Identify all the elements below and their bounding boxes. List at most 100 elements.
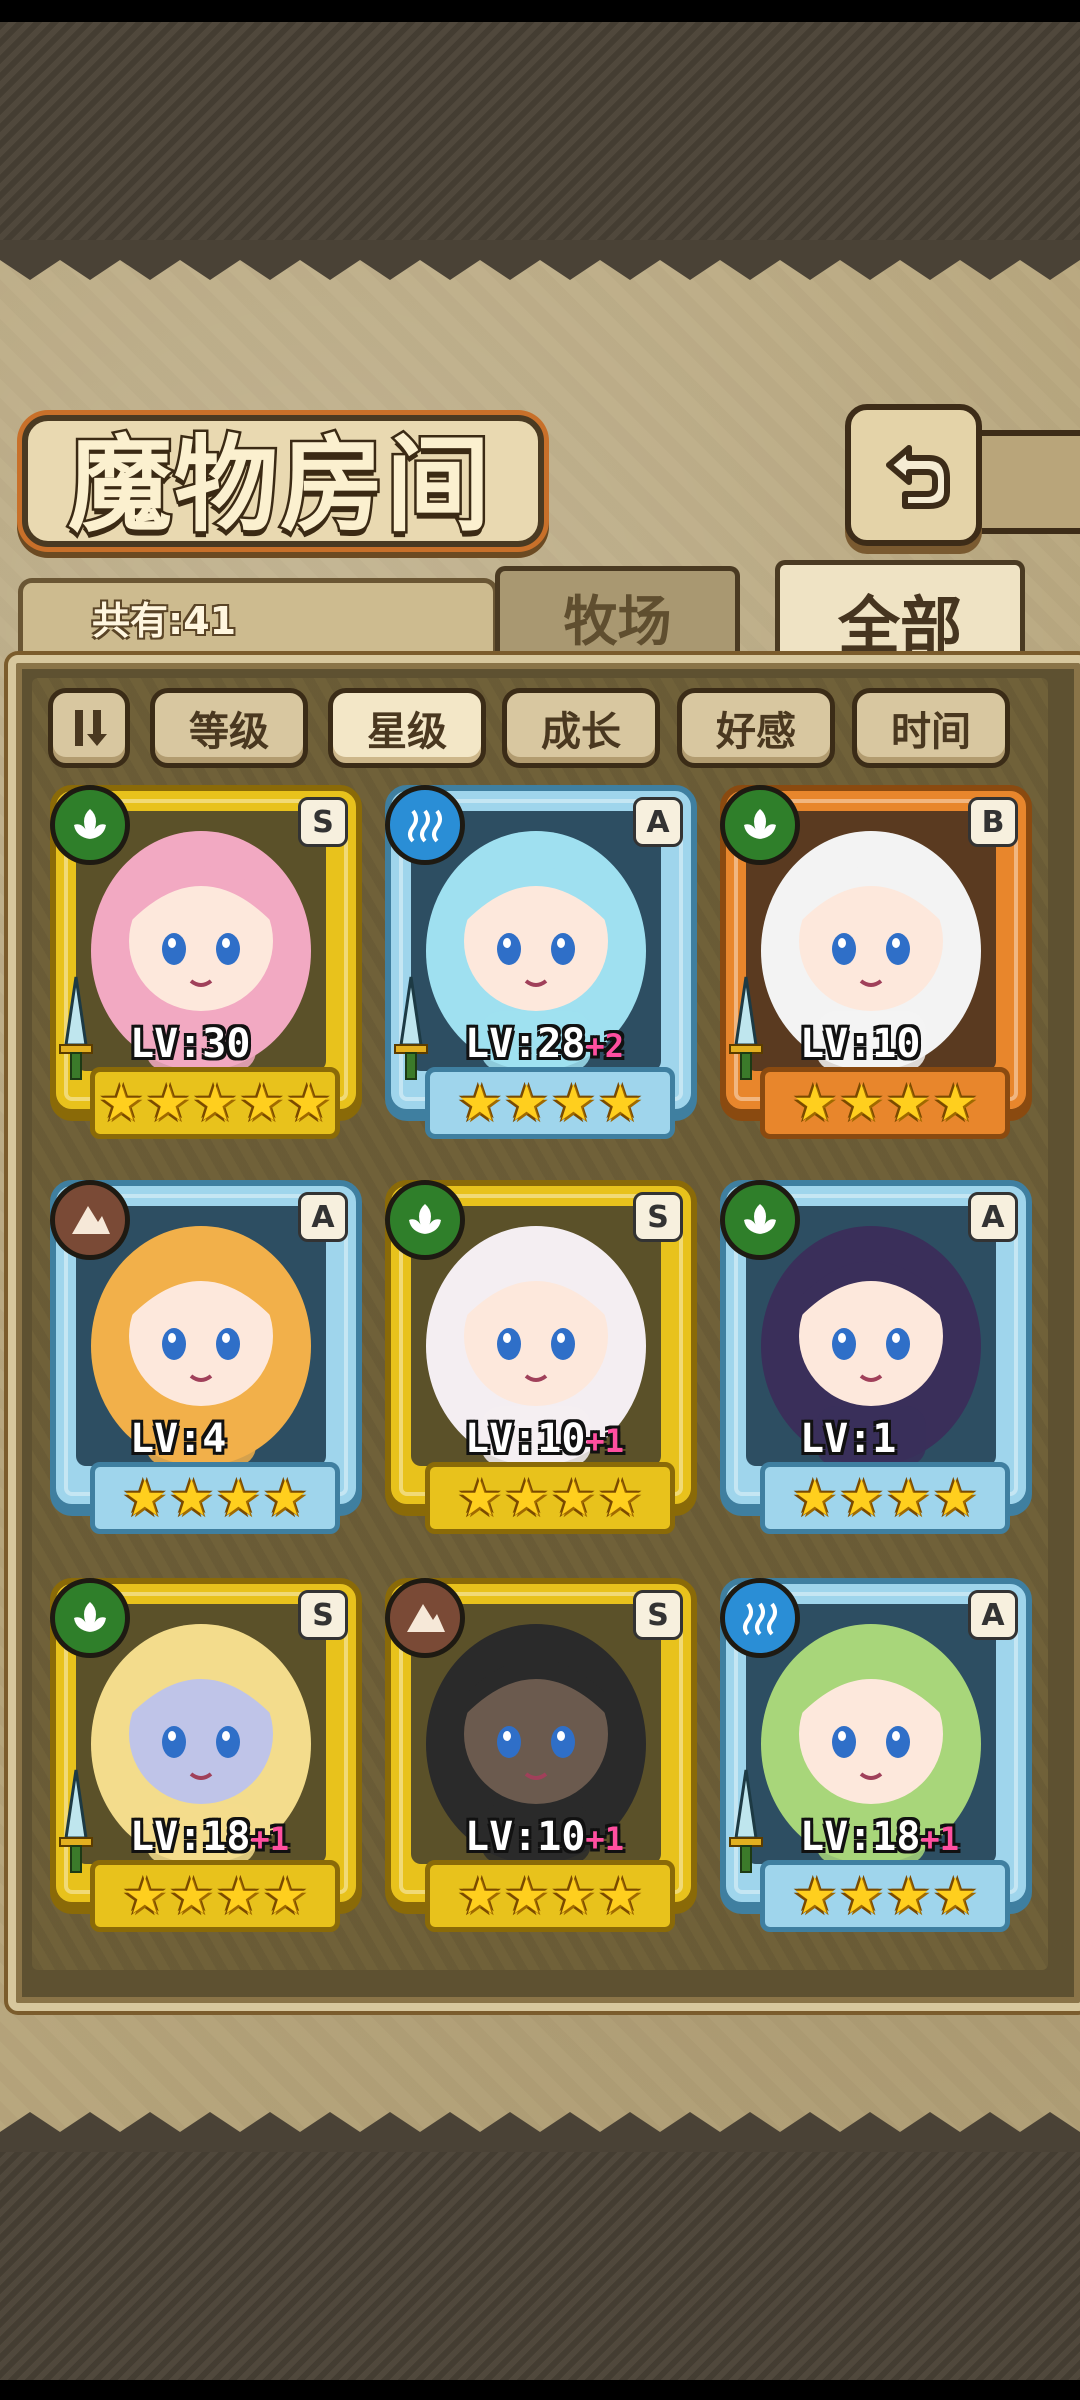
navigation-bar	[0, 2380, 1080, 2400]
star-icon: ★	[839, 1867, 884, 1925]
star-icon: ★	[932, 1867, 978, 1925]
monster-card[interactable]: S LV:30 ★ ★ ★ ★ ★	[50, 785, 362, 1139]
rank-badge: A	[298, 1192, 348, 1242]
monster-card[interactable]: S LV:10+1 ★ ★ ★ ★	[385, 1180, 697, 1534]
star-icon: ★	[839, 1074, 884, 1132]
star-icon: ★	[932, 1074, 978, 1132]
level-text: LV:10	[465, 1416, 586, 1462]
earth-rock-icon	[50, 1180, 130, 1260]
star-icon: ★	[839, 1469, 884, 1527]
monster-level: LV:1	[800, 1416, 1020, 1462]
level-bonus: +2	[585, 1027, 624, 1065]
monster-level: LV:10	[800, 1021, 1020, 1067]
star-icon: ★	[216, 1469, 261, 1527]
monster-level: LV:18+1	[800, 1814, 1020, 1860]
star-icon: ★	[932, 1469, 978, 1527]
monster-level: LV:4	[130, 1416, 350, 1462]
star-icon: ★	[551, 1867, 596, 1925]
star-icon: ★	[886, 1469, 931, 1527]
star-icon: ★	[122, 1469, 168, 1527]
level-text: LV:10	[465, 1814, 586, 1860]
level-text: LV:4	[130, 1416, 227, 1462]
status-bar	[0, 0, 1080, 22]
back-button-rail	[965, 430, 1080, 534]
star-icon: ★	[597, 1469, 643, 1527]
star-rating: ★ ★ ★ ★	[425, 1067, 675, 1139]
star-rating: ★ ★ ★ ★	[425, 1462, 675, 1534]
rank-badge: A	[633, 797, 683, 847]
monster-card[interactable]: A LV:18+1 ★ ★ ★ ★	[720, 1578, 1032, 1932]
rank-badge: S	[633, 1192, 683, 1242]
monster-level: LV:18+1	[130, 1814, 350, 1860]
sort-time-button[interactable]: 时间	[852, 688, 1010, 768]
sort-growth-button[interactable]: 成长	[502, 688, 660, 768]
rank-badge: S	[298, 797, 348, 847]
star-rating: ★ ★ ★ ★	[90, 1860, 340, 1932]
star-icon: ★	[286, 1074, 332, 1132]
star-icon: ★	[216, 1867, 261, 1925]
monster-card[interactable]: S LV:18+1 ★ ★ ★ ★	[50, 1578, 362, 1932]
star-rating: ★ ★ ★ ★	[760, 1067, 1010, 1139]
water-wave-icon	[385, 785, 465, 865]
monster-card[interactable]: A LV:4 ★ ★ ★ ★	[50, 1180, 362, 1534]
zigzag-border-top	[0, 240, 1080, 280]
earth-rock-icon	[385, 1578, 465, 1658]
equipped-sword-icon	[391, 975, 431, 1085]
level-text: LV:10	[800, 1021, 921, 1067]
level-text: LV:1	[800, 1416, 897, 1462]
sort-order-toggle[interactable]	[48, 688, 130, 768]
monster-card[interactable]: B LV:10 ★ ★ ★ ★	[720, 785, 1032, 1139]
equipped-sword-icon	[56, 1768, 96, 1878]
sort-star-button[interactable]: 星级	[328, 688, 486, 768]
level-text: LV:28	[465, 1021, 586, 1067]
back-button[interactable]	[845, 404, 982, 546]
star-icon: ★	[457, 1469, 503, 1527]
monster-card[interactable]: A LV:28+2 ★ ★ ★ ★	[385, 785, 697, 1139]
star-icon: ★	[504, 1074, 549, 1132]
star-rating: ★ ★ ★ ★	[90, 1462, 340, 1534]
star-icon: ★	[122, 1867, 168, 1925]
zigzag-border-bottom	[0, 2112, 1080, 2152]
star-icon: ★	[886, 1074, 931, 1132]
star-icon: ★	[551, 1074, 596, 1132]
star-icon: ★	[145, 1074, 191, 1132]
monster-count: 共有:41	[92, 599, 237, 643]
star-rating: ★ ★ ★ ★	[425, 1860, 675, 1932]
monster-level: LV:30	[130, 1021, 350, 1067]
monster-card[interactable]: S LV:10+1 ★ ★ ★ ★	[385, 1578, 697, 1932]
background-map-bottom	[0, 2150, 1080, 2380]
equipped-sword-icon	[56, 975, 96, 1085]
water-wave-icon	[720, 1578, 800, 1658]
level-text: LV:18	[800, 1814, 921, 1860]
leaf-icon	[385, 1180, 465, 1260]
level-bonus: +1	[920, 1820, 959, 1858]
star-icon: ★	[886, 1867, 931, 1925]
count-plate	[18, 578, 498, 661]
leaf-icon	[50, 785, 130, 865]
star-rating: ★ ★ ★ ★ ★	[90, 1067, 340, 1139]
rank-badge: A	[968, 1192, 1018, 1242]
star-icon: ★	[504, 1469, 549, 1527]
page-title: 魔物房间	[65, 421, 492, 549]
star-icon: ★	[792, 1867, 838, 1925]
level-bonus: +1	[585, 1820, 624, 1858]
monster-card[interactable]: A LV:1 ★ ★ ★ ★	[720, 1180, 1032, 1534]
sort-level-button[interactable]: 等级	[150, 688, 308, 768]
star-icon: ★	[792, 1074, 838, 1132]
level-text: LV:30	[130, 1021, 251, 1067]
star-icon: ★	[551, 1469, 596, 1527]
leaf-icon	[720, 785, 800, 865]
star-rating: ★ ★ ★ ★	[760, 1462, 1010, 1534]
star-icon: ★	[98, 1074, 144, 1132]
level-bonus: +1	[250, 1820, 289, 1858]
sort-affection-button[interactable]: 好感	[677, 688, 835, 768]
star-icon: ★	[262, 1867, 308, 1925]
star-icon: ★	[239, 1074, 285, 1132]
rank-badge: S	[298, 1590, 348, 1640]
star-icon: ★	[457, 1074, 503, 1132]
tab-ranch[interactable]: 牧场	[495, 566, 740, 661]
leaf-icon	[50, 1578, 130, 1658]
monster-level: LV:10+1	[465, 1416, 685, 1462]
star-rating: ★ ★ ★ ★	[760, 1860, 1010, 1932]
rank-badge: B	[968, 797, 1018, 847]
